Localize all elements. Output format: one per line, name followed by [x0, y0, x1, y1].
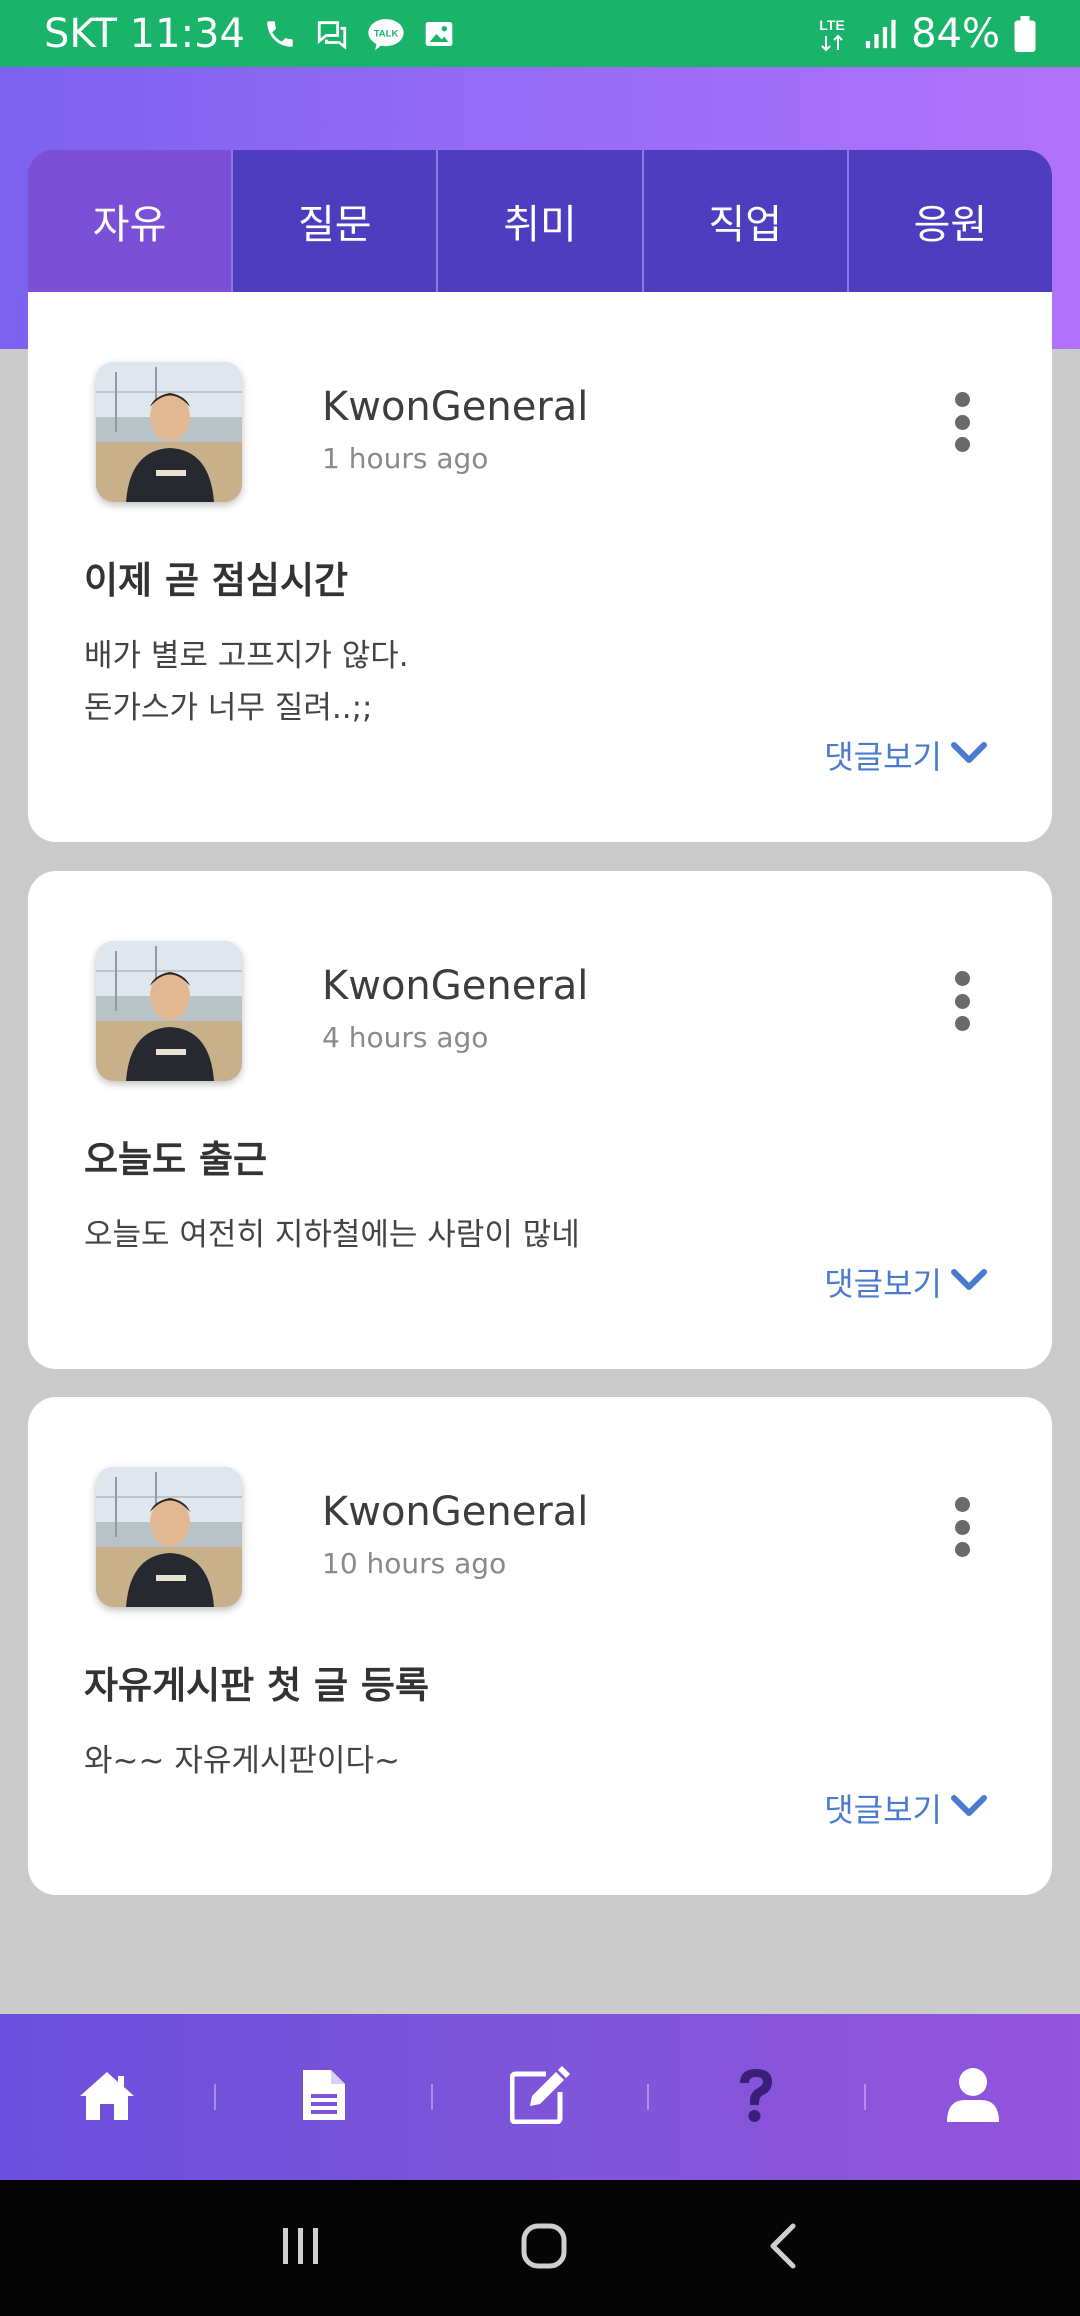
- post-time: 4 hours ago: [322, 1021, 489, 1054]
- tab-label: 질문: [298, 202, 372, 248]
- post-card: KwonGeneral 10 hours ago 자유게시판 첫 글 등록 와~…: [28, 1397, 1052, 1895]
- tab-label: 응원: [913, 202, 988, 248]
- tab-label: 취미: [503, 202, 577, 248]
- tab-free[interactable]: 자유: [28, 150, 234, 292]
- battery-icon: [1014, 15, 1036, 52]
- nav-write[interactable]: [433, 2014, 647, 2180]
- tab-label: 직업: [708, 202, 783, 248]
- lte-icon: LTE: [815, 14, 849, 54]
- post-title: 이제 곧 점심시간: [84, 559, 349, 602]
- post-time: 10 hours ago: [322, 1547, 507, 1580]
- status-carrier-time: SKT 11:34: [44, 10, 245, 57]
- nav-profile[interactable]: [866, 2014, 1080, 2180]
- chevron-down-icon: [950, 1263, 988, 1301]
- more-options-icon[interactable]: [952, 1497, 972, 1557]
- nav-help[interactable]: [649, 2014, 863, 2180]
- post-body: 와~~ 자유게시판이다~: [84, 1735, 400, 1787]
- chevron-down-icon: [950, 1789, 988, 1827]
- avatar[interactable]: [96, 362, 242, 502]
- avatar[interactable]: [96, 1467, 242, 1607]
- talk-icon: TALK: [367, 17, 405, 51]
- back-icon[interactable]: [765, 2222, 801, 2274]
- more-options-icon[interactable]: [952, 392, 972, 452]
- status-bar: SKT 11:34 TALK LTE 84%: [0, 0, 1080, 67]
- post-author[interactable]: KwonGeneral: [322, 1489, 588, 1535]
- tab-job[interactable]: 직업: [644, 150, 849, 292]
- svg-text:LTE: LTE: [819, 17, 844, 33]
- user-icon: [945, 2066, 1001, 2128]
- document-icon: [301, 2068, 347, 2126]
- view-comments-button[interactable]: 댓글보기: [824, 1259, 988, 1305]
- post-title: 오늘도 출근: [84, 1138, 268, 1181]
- message-icon: [315, 17, 349, 51]
- post-body: 오늘도 여전히 지하철에는 사람이 많네: [84, 1209, 580, 1261]
- svg-text:TALK: TALK: [374, 28, 399, 39]
- view-comments-label: 댓글보기: [824, 738, 942, 776]
- view-comments-label: 댓글보기: [824, 1265, 942, 1303]
- post-body: 배가 별로 고프지가 않다. 돈가스가 너무 질려..;;: [84, 630, 409, 734]
- chevron-down-icon: [950, 736, 988, 774]
- home-icon: [78, 2068, 136, 2126]
- post-author[interactable]: KwonGeneral: [322, 384, 588, 430]
- avatar[interactable]: [96, 941, 242, 1081]
- post-card: KwonGeneral 1 hours ago 이제 곧 점심시간 배가 별로 …: [28, 292, 1052, 842]
- post-author[interactable]: KwonGeneral: [322, 963, 588, 1009]
- tab-hobby[interactable]: 취미: [438, 150, 644, 292]
- post-body-line: 오늘도 여전히 지하철에는 사람이 많네: [84, 1217, 580, 1253]
- nav-board[interactable]: [216, 2014, 430, 2180]
- battery-percent: 84%: [911, 10, 1000, 57]
- nav-home[interactable]: [0, 2014, 214, 2180]
- post-time: 1 hours ago: [322, 442, 489, 475]
- post-title: 자유게시판 첫 글 등록: [84, 1664, 430, 1707]
- view-comments-label: 댓글보기: [824, 1791, 942, 1829]
- system-navigation-bar: [0, 2180, 1080, 2316]
- post-body-line: 와~~ 자유게시판이다~: [84, 1743, 400, 1779]
- edit-icon: [509, 2066, 571, 2128]
- bottom-navigation: [0, 2014, 1080, 2180]
- image-icon: [423, 18, 455, 50]
- tab-cheer[interactable]: 응원: [849, 150, 1052, 292]
- recent-apps-icon[interactable]: [279, 2224, 323, 2272]
- tab-label: 자유: [92, 202, 167, 248]
- phone-icon: [263, 17, 297, 51]
- signal-icon: [863, 17, 897, 51]
- question-icon: [734, 2065, 778, 2129]
- post-card: KwonGeneral 4 hours ago 오늘도 출근 오늘도 여전히 지…: [28, 871, 1052, 1369]
- view-comments-button[interactable]: 댓글보기: [824, 732, 988, 778]
- category-tabs: 자유 질문 취미 직업 응원: [28, 150, 1052, 292]
- tab-question[interactable]: 질문: [233, 150, 439, 292]
- post-body-line: 돈가스가 너무 질려..;;: [84, 690, 373, 726]
- more-options-icon[interactable]: [952, 971, 972, 1031]
- post-body-line: 배가 별로 고프지가 않다.: [84, 638, 409, 674]
- view-comments-button[interactable]: 댓글보기: [824, 1785, 988, 1831]
- home-button-icon[interactable]: [520, 2222, 568, 2274]
